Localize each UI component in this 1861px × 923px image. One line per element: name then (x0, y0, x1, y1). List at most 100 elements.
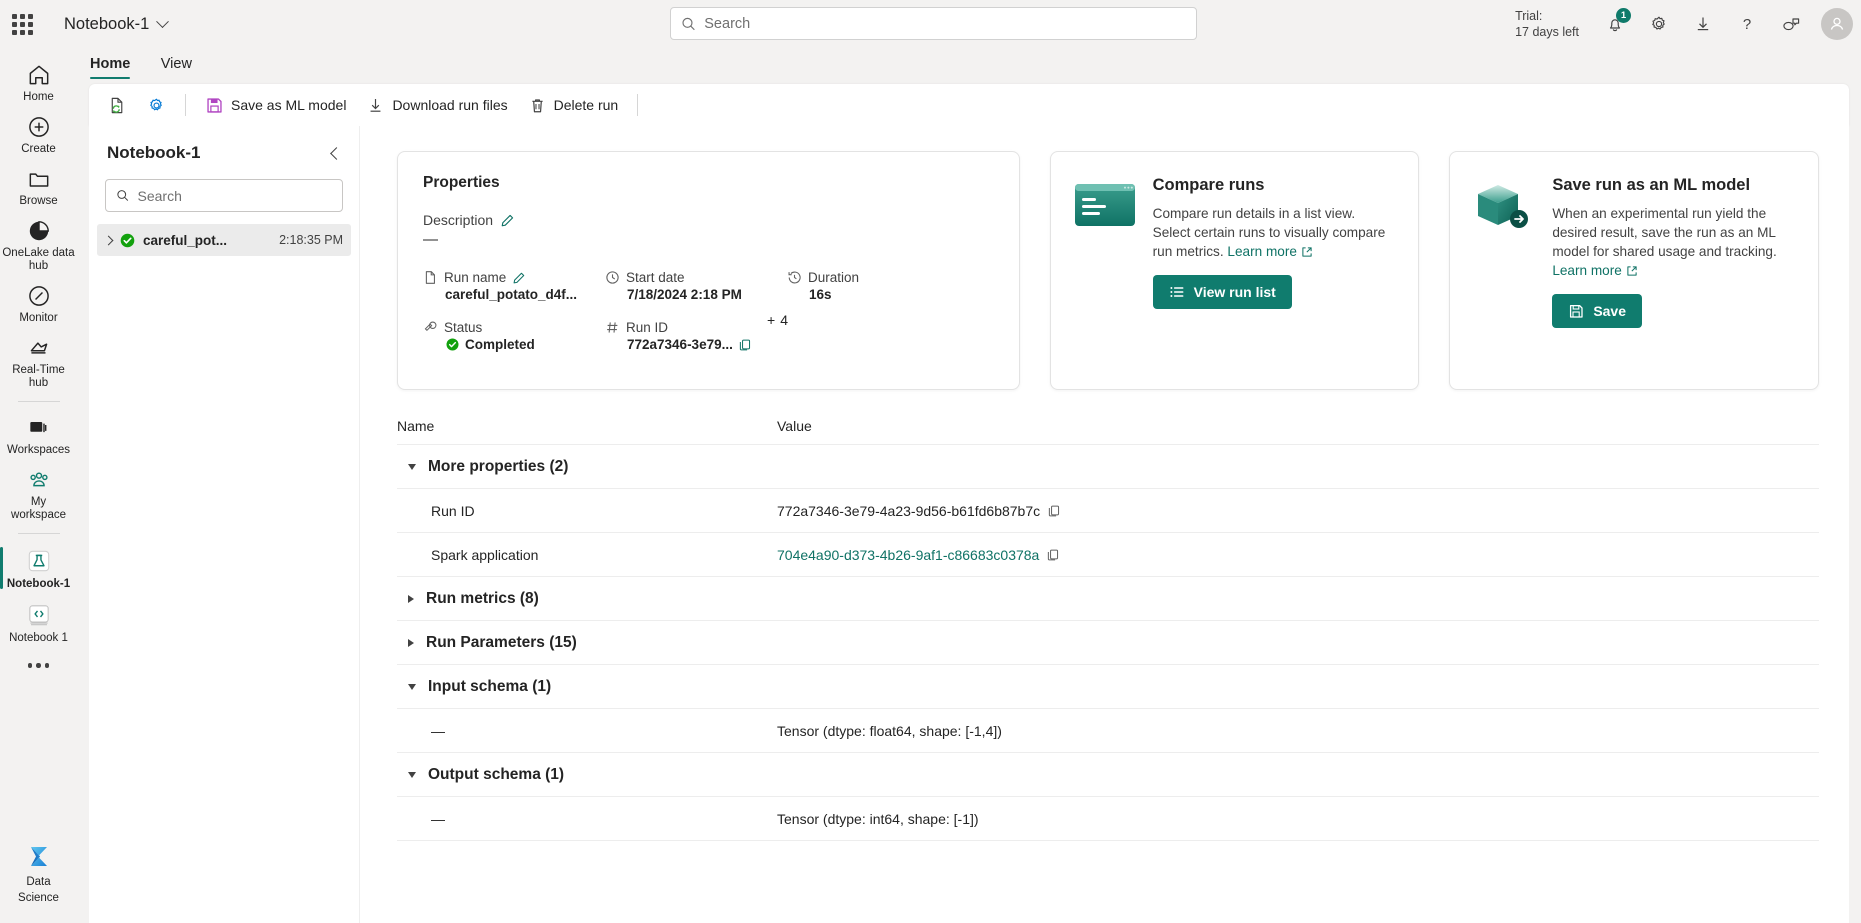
refresh-document-icon (111, 97, 123, 113)
section-more-properties[interactable]: More properties (2) (397, 444, 1819, 488)
sidebar-item-workspaces[interactable]: Workspaces (0, 409, 77, 461)
gear-icon (1652, 16, 1665, 30)
sidebar-label: Home (23, 91, 54, 103)
left-navigation-rail: Home Create Browse OneLake data hub Moni… (0, 48, 77, 923)
feedback-button[interactable] (1771, 4, 1811, 44)
property-key: Duration (808, 270, 860, 285)
onelake-icon (29, 221, 49, 241)
notifications-button[interactable]: 1 (1595, 4, 1635, 44)
download-run-files-button[interactable]: Download run files (357, 90, 516, 121)
delete-run-button[interactable]: Delete run (519, 90, 628, 121)
sidebar-label: My workspace (11, 496, 66, 521)
copy-icon[interactable] (1047, 504, 1061, 518)
row-value-cell: 772a7346-3e79-4a23-9d56-b61fd6b87b7c (777, 503, 1061, 519)
sidebar-item-notebook-1[interactable]: Notebook 1 (0, 595, 77, 649)
run-search-input[interactable] (137, 187, 332, 204)
run-search[interactable] (105, 179, 343, 212)
section-run-parameters[interactable]: Run Parameters (15) (397, 620, 1819, 664)
pane-title: Notebook-1 (107, 143, 201, 162)
row-value: Tensor (dtype: int64, shape: [-1]) (777, 810, 979, 827)
avatar[interactable] (1821, 8, 1853, 40)
pencil-edit-icon[interactable] (500, 213, 515, 228)
command-toolbar: Save as ML model Download run files Dele… (89, 84, 1849, 126)
toolbar-label: Save as ML model (231, 97, 347, 113)
more-options-dots-icon[interactable] (27, 649, 50, 682)
compare-runs-card: Compare runs Compare run details in a li… (1049, 151, 1420, 390)
global-search[interactable] (670, 7, 1197, 40)
compare-runs-learn-more-link[interactable]: Learn more (1227, 242, 1297, 261)
person-icon (1830, 17, 1844, 30)
sidebar-label: Notebook-1 (6, 578, 71, 590)
fabric-data-science-icon (30, 847, 47, 866)
section-run-metrics[interactable]: Run metrics (8) (397, 576, 1819, 620)
sidebar-label: Browse (19, 195, 58, 207)
workspaces-icon (29, 422, 46, 433)
download-icon (1697, 17, 1709, 31)
section-input-schema[interactable]: Input schema (1) (397, 664, 1819, 708)
property-key: Status (444, 320, 483, 335)
refresh-button[interactable] (99, 90, 136, 121)
save-as-ml-model-button[interactable]: Save as ML model (196, 90, 355, 121)
sidebar-label: OneLake data hub (2, 247, 75, 272)
sidebar-item-browse[interactable]: Browse (0, 160, 77, 212)
sidebar-item-monitor[interactable]: Monitor (0, 277, 77, 329)
toolbar-label: Delete run (553, 97, 619, 113)
save-run-as-ml-model-card: Save run as an ML model When an experime… (1449, 151, 1819, 390)
trash-icon (531, 98, 543, 112)
save-button[interactable]: Save (1552, 294, 1643, 328)
help-button[interactable]: ? (1727, 4, 1767, 44)
collapse-chevron-left-icon[interactable] (330, 146, 343, 160)
app-title-dropdown[interactable]: Notebook-1 (64, 15, 170, 34)
column-header-value: Value (777, 418, 812, 434)
save-run-learn-more-link[interactable]: Learn more (1552, 261, 1622, 280)
cards-row: Properties Description — Run name carefu… (360, 126, 1849, 390)
tab-home[interactable]: Home (77, 48, 143, 79)
row-name: Spark application (431, 546, 539, 563)
section-label: Output schema (1) (428, 765, 565, 783)
download-arrow-icon (370, 98, 381, 112)
compass-icon (28, 286, 49, 306)
compare-runs-illustration (1073, 174, 1137, 367)
chevron-down-icon (408, 771, 416, 778)
app-launcher-icon[interactable] (0, 0, 44, 48)
pencil-edit-icon[interactable] (512, 271, 526, 285)
chevron-down-icon (408, 683, 416, 690)
workload-data-science[interactable]: Data Science (0, 837, 77, 909)
expand-chevron-right-icon[interactable] (103, 235, 114, 245)
show-more-properties-button[interactable]: + 4 (767, 312, 788, 328)
search-input[interactable] (704, 15, 1186, 32)
property-value-row: 772a7346-3e79... (627, 337, 787, 352)
status-tag-icon (424, 321, 437, 332)
sidebar-item-onelake-data-hub[interactable]: OneLake data hub (0, 212, 77, 277)
section-output-schema[interactable]: Output schema (1) (397, 752, 1819, 796)
sidebar-label: Real-Time hub (12, 364, 65, 389)
chevron-down-icon (408, 463, 416, 470)
sidebar-item-notebook-1-experiment[interactable]: Notebook-1 (0, 541, 77, 595)
external-link-icon (1302, 246, 1312, 257)
row-value: Tensor (dtype: float64, shape: [-1,4]) (777, 722, 1002, 739)
save-disk-icon (1570, 304, 1583, 318)
spark-application-link[interactable]: 704e4a90-d373-4b26-9af1-c86683c0378a (777, 547, 1039, 563)
table-row: Run ID 772a7346-3e79-4a23-9d56-b61fd6b87… (397, 488, 1819, 532)
settings-button[interactable] (1639, 4, 1679, 44)
property-key: Start date (626, 270, 685, 285)
description-label-row: Description (423, 212, 994, 228)
sidebar-item-my-workspace[interactable]: My workspace (0, 461, 77, 526)
hash-icon (607, 322, 618, 333)
sidebar-item-home[interactable]: Home (0, 56, 77, 108)
sidebar-item-create[interactable]: Create (0, 108, 77, 160)
description-value: — (423, 231, 438, 248)
page-title: Properties (423, 174, 500, 191)
run-settings-button[interactable] (138, 90, 175, 121)
run-name: careful_pot... (143, 232, 228, 248)
downloads-button[interactable] (1683, 4, 1723, 44)
table-row: — Tensor (dtype: float64, shape: [-1,4]) (397, 708, 1819, 752)
save-run-title: Save run as an ML model (1552, 176, 1751, 194)
sidebar-item-real-time-hub[interactable]: Real-Time hub (0, 329, 77, 394)
tab-view[interactable]: View (148, 48, 205, 79)
view-run-list-button[interactable]: View run list (1152, 275, 1292, 309)
copy-icon[interactable] (1046, 548, 1060, 562)
copy-icon[interactable] (738, 338, 752, 352)
list-item[interactable]: careful_pot... 2:18:35 PM (97, 224, 351, 256)
row-value: 772a7346-3e79-4a23-9d56-b61fd6b87b7c (777, 502, 1041, 519)
